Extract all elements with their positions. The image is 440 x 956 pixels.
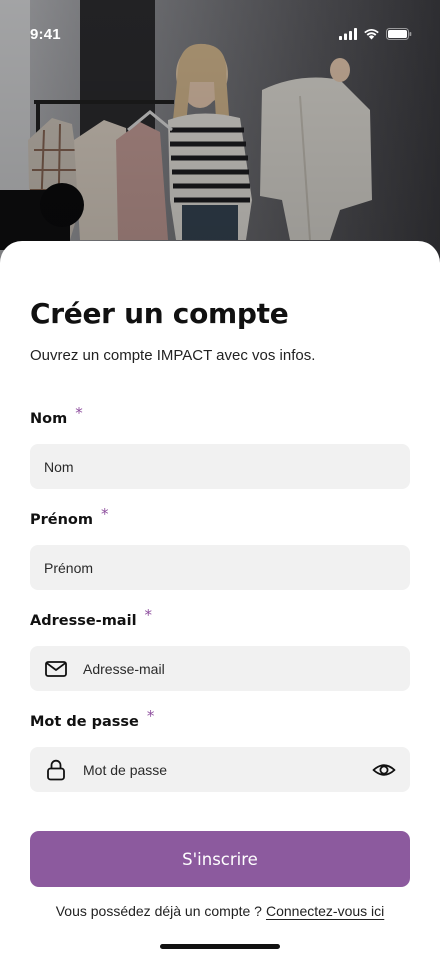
signal-icon <box>339 28 357 40</box>
mail-icon <box>45 661 67 677</box>
nom-input[interactable] <box>44 444 394 489</box>
nom-label-text: Nom <box>30 411 68 427</box>
required-star: * <box>75 404 83 422</box>
password-label: Mot de passe * <box>30 707 154 730</box>
password-label-text: Mot de passe <box>30 714 139 730</box>
password-field[interactable] <box>30 747 410 792</box>
page-title: Créer un compte <box>30 297 289 330</box>
prenom-label-text: Prénom <box>30 512 94 528</box>
required-star: * <box>144 606 153 624</box>
status-icons <box>339 28 412 40</box>
home-indicator[interactable] <box>160 944 280 949</box>
status-bar: 9:41 <box>0 0 440 72</box>
required-star: * <box>146 707 155 725</box>
email-label: Adresse-mail * <box>30 606 152 629</box>
nom-field[interactable] <box>30 444 410 489</box>
login-prompt: Vous possédez déjà un compte ? Connectez-… <box>0 903 440 919</box>
prenom-field[interactable] <box>30 545 410 590</box>
required-star: * <box>101 505 109 523</box>
email-field[interactable] <box>30 646 410 691</box>
page-subtitle: Ouvrez un compte IMPACT avec vos infos. <box>30 347 316 364</box>
battery-icon <box>386 28 412 40</box>
signup-sheet: Créer un compte Ouvrez un compte IMPACT … <box>0 241 440 956</box>
nom-label: Nom * <box>30 404 83 427</box>
status-time: 9:41 <box>30 26 61 43</box>
password-input[interactable] <box>83 747 353 792</box>
wifi-icon <box>364 29 379 40</box>
prenom-input[interactable] <box>44 545 394 590</box>
prenom-label: Prénom * <box>30 505 109 528</box>
eye-icon[interactable] <box>372 758 396 782</box>
login-question: Vous possédez déjà un compte ? <box>55 903 262 919</box>
email-input[interactable] <box>83 646 393 691</box>
login-link[interactable]: Connectez-vous ici <box>266 903 384 919</box>
email-label-text: Adresse-mail <box>30 613 137 629</box>
lock-icon <box>47 759 65 781</box>
signup-button[interactable]: S'inscrire <box>30 831 410 887</box>
